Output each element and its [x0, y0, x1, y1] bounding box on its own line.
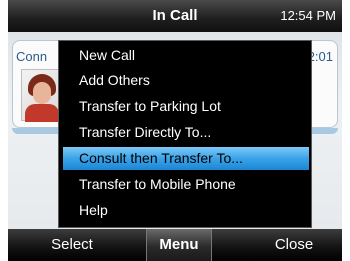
menu-item-new-call[interactable]: New Call [63, 44, 309, 67]
avatar-shirt [25, 104, 59, 122]
menu-button[interactable]: Menu [146, 229, 212, 261]
menu-item-help[interactable]: Help [63, 199, 309, 222]
avatar-face [33, 82, 51, 104]
menu-item-transfer-mobile[interactable]: Transfer to Mobile Phone [63, 173, 309, 196]
menu-item-add-others[interactable]: Add Others [63, 69, 309, 92]
menu-item-transfer-parking-lot[interactable]: Transfer to Parking Lot [63, 95, 309, 118]
clock: 12:54 PM [280, 8, 336, 23]
menu-item-consult-then-transfer[interactable]: Consult then Transfer To... [63, 147, 309, 170]
close-button[interactable]: Close [254, 229, 334, 261]
call-status-label: Conn [16, 49, 48, 64]
status-bar: In Call 12:54 PM [8, 0, 342, 32]
softkey-bar: Select Menu Close [8, 229, 342, 261]
phone-screen: In Call 12:54 PM Conn 2:01 New Call Add … [8, 0, 342, 261]
menu-item-transfer-directly[interactable]: Transfer Directly To... [63, 121, 309, 144]
call-options-menu: New Call Add Others Transfer to Parking … [58, 40, 312, 228]
select-button[interactable]: Select [32, 229, 112, 261]
contact-avatar [21, 69, 61, 122]
